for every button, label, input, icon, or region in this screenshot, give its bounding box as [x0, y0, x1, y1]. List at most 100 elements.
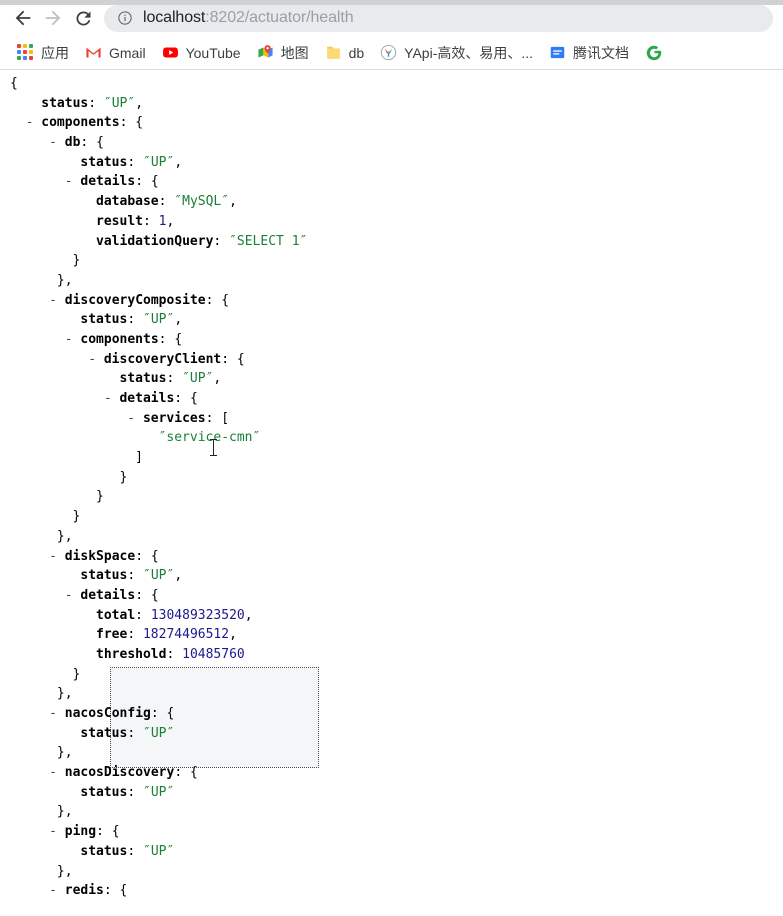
json-line[interactable]: database: ″MySQL″, [0, 192, 783, 212]
json-key[interactable]: status [80, 844, 127, 859]
json-value-punct[interactable]: { [10, 76, 18, 91]
json-value-str[interactable]: ″UP″ [143, 785, 174, 800]
json-value-punct[interactable]: { [167, 706, 175, 721]
json-line[interactable]: status: ″UP″, [0, 369, 783, 389]
json-line[interactable]: { [0, 74, 783, 94]
json-value-punct[interactable]: } [57, 686, 65, 701]
json-viewer[interactable]: {status: ″UP″, - components: {- db: {stat… [0, 70, 783, 915]
json-value-str[interactable]: ″UP″ [104, 96, 135, 111]
json-line[interactable]: - diskSpace: { [0, 547, 783, 567]
json-line[interactable]: ″service-cmn″ [0, 428, 783, 448]
collapse-toggle-icon[interactable]: - [65, 174, 81, 189]
json-key[interactable]: status [119, 371, 166, 386]
json-line[interactable]: status: ″UP″, [0, 94, 783, 114]
json-value-punct[interactable]: } [73, 253, 81, 268]
json-key[interactable]: services [143, 411, 206, 426]
json-line[interactable]: status: ″UP″, [0, 310, 783, 330]
json-value-punct[interactable]: { [190, 765, 198, 780]
json-value-punct[interactable]: { [112, 824, 120, 839]
json-key[interactable]: nacosConfig [65, 706, 151, 721]
bookmark-apps[interactable]: 应用 [10, 40, 76, 66]
json-line[interactable]: }, [0, 862, 783, 882]
json-line[interactable]: - discoveryComposite: { [0, 291, 783, 311]
json-line[interactable]: - nacosConfig: { [0, 704, 783, 724]
json-key[interactable]: status [41, 96, 88, 111]
json-line[interactable]: - details: { [0, 389, 783, 409]
json-line[interactable]: }, [0, 271, 783, 291]
collapse-toggle-icon[interactable]: - [49, 883, 65, 898]
json-value-punct[interactable]: { [151, 174, 159, 189]
json-line[interactable]: } [0, 665, 783, 685]
json-value-punct[interactable]: } [57, 864, 65, 879]
json-key[interactable]: discoveryComposite [65, 293, 206, 308]
json-line[interactable]: status: ″UP″ [0, 724, 783, 744]
json-line[interactable]: } [0, 251, 783, 271]
json-value-punct[interactable]: } [96, 489, 104, 504]
json-line[interactable]: status: ″UP″ [0, 842, 783, 862]
json-line[interactable]: ] [0, 448, 783, 468]
bookmark-maps[interactable]: 地图 [250, 40, 316, 66]
json-value-str[interactable]: ″UP″ [143, 726, 174, 741]
json-value-punct[interactable]: } [73, 509, 81, 524]
collapse-toggle-icon[interactable]: - [104, 391, 120, 406]
json-value-punct[interactable]: { [221, 293, 229, 308]
json-value-num[interactable]: 10485760 [182, 647, 245, 662]
bookmark-yapi[interactable]: YApi-高效、易用、... [373, 40, 540, 66]
json-line[interactable]: - details: { [0, 586, 783, 606]
json-line[interactable]: }, [0, 527, 783, 547]
json-value-num[interactable]: 18274496512 [143, 627, 229, 642]
json-value-punct[interactable]: } [57, 804, 65, 819]
json-key[interactable]: total [96, 608, 135, 623]
json-line[interactable]: } [0, 487, 783, 507]
json-value-num[interactable]: 130489323520 [151, 608, 245, 623]
back-button[interactable] [8, 3, 38, 33]
json-key[interactable]: status [80, 155, 127, 170]
json-value-str[interactable]: ″MySQL″ [174, 194, 229, 209]
json-line[interactable]: free: 18274496512, [0, 625, 783, 645]
json-value-punct[interactable]: } [57, 273, 65, 288]
json-value-punct[interactable]: { [237, 352, 245, 367]
site-info-icon[interactable] [116, 9, 134, 27]
json-value-str[interactable]: ″SELECT 1″ [229, 234, 307, 249]
json-key[interactable]: result [96, 214, 143, 229]
json-value-punct[interactable]: } [73, 667, 81, 682]
json-line[interactable]: } [0, 468, 783, 488]
json-key[interactable]: status [80, 312, 127, 327]
json-line[interactable]: status: ″UP″, [0, 566, 783, 586]
json-value-punct[interactable]: { [151, 549, 159, 564]
json-line[interactable]: } [0, 507, 783, 527]
json-value-str[interactable]: ″UP″ [143, 844, 174, 859]
json-value-punct[interactable]: { [174, 332, 182, 347]
url-text[interactable]: localhost:8202/actuator/health [143, 9, 354, 27]
json-value-punct[interactable]: [ [221, 411, 229, 426]
bookmark-db[interactable]: db [318, 40, 372, 66]
json-key[interactable]: details [80, 588, 135, 603]
json-key[interactable]: details [119, 391, 174, 406]
collapse-toggle-icon[interactable]: - [49, 824, 65, 839]
json-key[interactable]: validationQuery [96, 234, 213, 249]
json-line[interactable]: - details: { [0, 172, 783, 192]
collapse-toggle-icon[interactable]: - [49, 135, 65, 150]
json-key[interactable]: status [80, 568, 127, 583]
json-key[interactable]: database [96, 194, 159, 209]
json-line[interactable]: result: 1, [0, 212, 783, 232]
json-line[interactable]: - redis: { [0, 881, 783, 901]
json-line[interactable]: status: ″UP″ [0, 783, 783, 803]
json-value-punct[interactable]: { [151, 588, 159, 603]
json-value-punct[interactable]: { [190, 391, 198, 406]
bookmark-gmail[interactable]: Gmail [78, 40, 153, 66]
json-line[interactable]: - nacosDiscovery: { [0, 763, 783, 783]
json-line[interactable]: validationQuery: ″SELECT 1″ [0, 232, 783, 252]
collapse-toggle-icon[interactable]: - [49, 765, 65, 780]
json-value-str[interactable]: ″UP″ [182, 371, 213, 386]
json-line[interactable]: total: 130489323520, [0, 606, 783, 626]
json-line[interactable]: - db: { [0, 133, 783, 153]
json-value-str[interactable]: ″UP″ [143, 312, 174, 327]
json-line[interactable]: threshold: 10485760 [0, 645, 783, 665]
bookmark-youtube[interactable]: YouTube [155, 40, 248, 66]
json-key[interactable]: redis [65, 883, 104, 898]
collapse-toggle-icon[interactable]: - [88, 352, 104, 367]
collapse-toggle-icon[interactable]: - [127, 411, 143, 426]
json-key[interactable]: diskSpace [65, 549, 135, 564]
json-line[interactable]: - discoveryClient: { [0, 350, 783, 370]
